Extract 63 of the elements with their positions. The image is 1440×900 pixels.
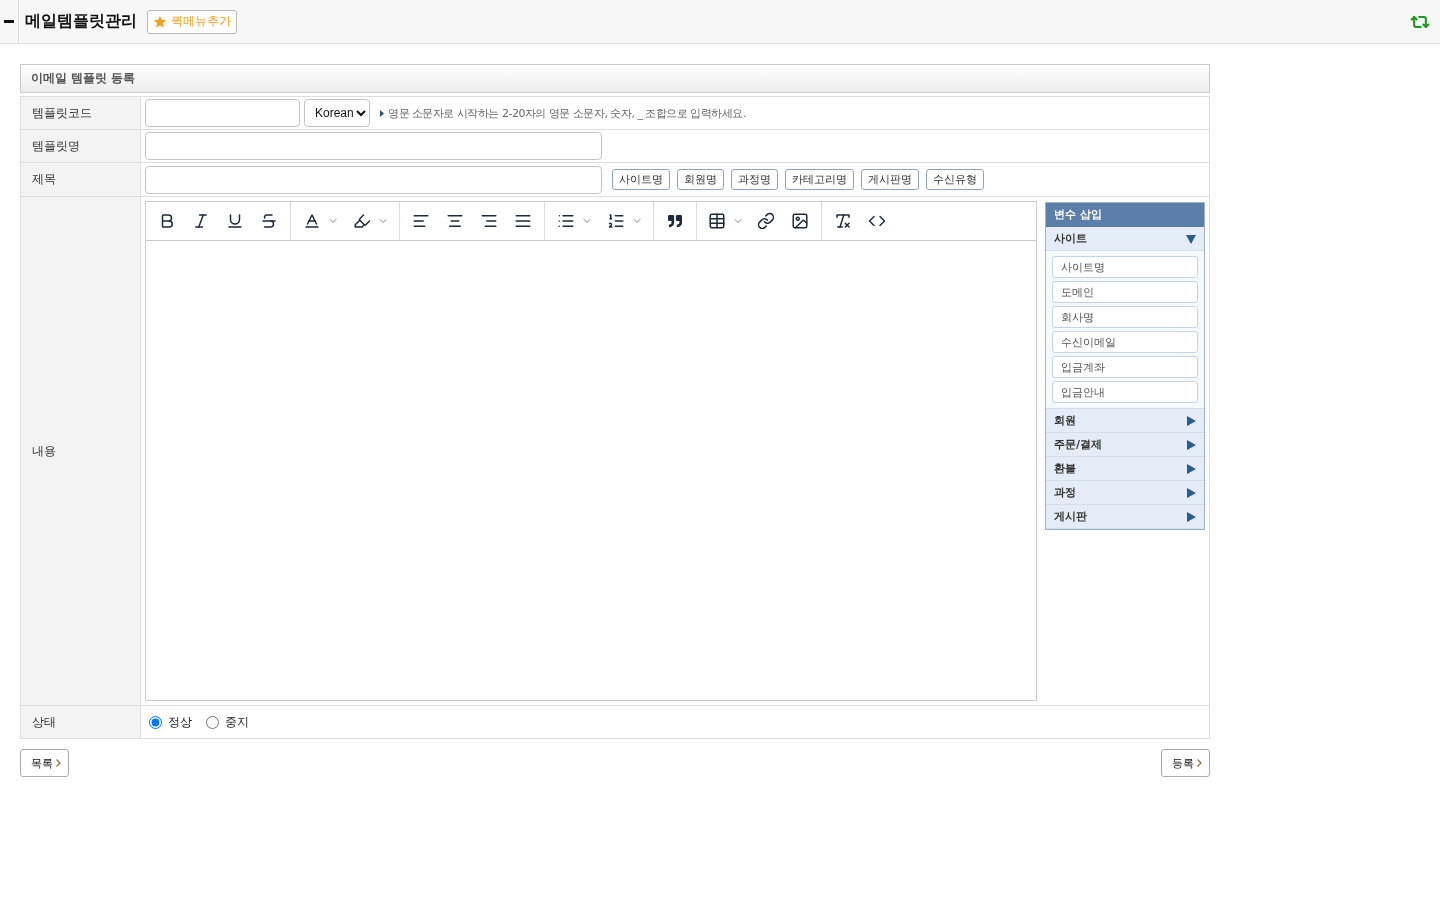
link-icon bbox=[757, 212, 775, 230]
clear-formatting-icon bbox=[834, 212, 852, 230]
status-radio[interactable] bbox=[149, 715, 162, 729]
highlighter-icon bbox=[353, 212, 371, 230]
language-select[interactable]: Korean bbox=[304, 99, 370, 127]
table-icon bbox=[708, 212, 726, 230]
panel-title: 변수 삽입 bbox=[1046, 203, 1204, 227]
chevron-right-icon bbox=[1197, 759, 1202, 767]
bullet-icon bbox=[380, 109, 384, 117]
chevron-right-icon bbox=[56, 759, 61, 767]
numbered-list-icon bbox=[607, 212, 625, 230]
variable-group-header[interactable]: 과정 bbox=[1046, 481, 1204, 505]
hint-text: 영문 소문자로 시작하는 2-20자의 영문 소문자, 숫자, _ 조합으로 입력하세요. bbox=[388, 105, 746, 121]
variable-item[interactable]: 도메인 bbox=[1052, 281, 1198, 303]
field-label: 제목 bbox=[21, 163, 141, 196]
variable-item[interactable]: 입금계좌 bbox=[1052, 356, 1198, 378]
italic-icon bbox=[192, 212, 210, 230]
template-name-input[interactable] bbox=[145, 132, 602, 160]
field-label: 상태 bbox=[21, 706, 141, 738]
subject-input[interactable] bbox=[145, 165, 602, 194]
align-left-icon bbox=[412, 212, 430, 230]
insert-variable-button[interactable]: 과정명 bbox=[731, 169, 778, 190]
insert-variable-button[interactable]: 카테고리명 bbox=[785, 169, 854, 190]
group-label: 주문/결제 bbox=[1054, 437, 1103, 452]
template-code-input[interactable] bbox=[145, 99, 300, 127]
insert-variable-button[interactable]: 사이트명 bbox=[612, 169, 670, 190]
text-color-icon bbox=[303, 212, 321, 230]
strikethrough-icon bbox=[260, 212, 278, 230]
variable-group-header[interactable]: 사이트 bbox=[1046, 227, 1204, 251]
quote-icon bbox=[668, 214, 682, 228]
status-radio[interactable] bbox=[206, 715, 219, 729]
variable-item[interactable]: 입금안내 bbox=[1052, 381, 1198, 403]
register-button[interactable]: 등록 bbox=[1161, 749, 1210, 777]
group-label: 사이트 bbox=[1054, 231, 1087, 246]
page-title: 메일템플릿관리 bbox=[25, 11, 137, 32]
field-label: 템플릿명 bbox=[21, 130, 141, 162]
variable-item[interactable]: 회사명 bbox=[1052, 306, 1198, 328]
insert-variable-button[interactable]: 수신유형 bbox=[926, 169, 984, 190]
variable-group-header[interactable]: 회원 bbox=[1046, 409, 1204, 433]
variable-group-header[interactable]: 게시판 bbox=[1046, 505, 1204, 529]
star-icon bbox=[153, 14, 167, 29]
field-label: 내용 bbox=[21, 197, 141, 705]
section-title: 이메일 템플릿 등록 bbox=[20, 64, 1210, 93]
image-icon bbox=[791, 212, 809, 230]
group-label: 회원 bbox=[1054, 413, 1076, 428]
align-justify-icon bbox=[514, 212, 532, 230]
variable-group-header[interactable]: 주문/결제 bbox=[1046, 433, 1204, 457]
variable-item[interactable]: 사이트명 bbox=[1052, 256, 1198, 278]
insert-variable-button[interactable]: 게시판명 bbox=[861, 169, 919, 190]
radio-label[interactable]: 정상 bbox=[168, 713, 192, 731]
field-label: 템플릿코드 bbox=[21, 97, 141, 129]
group-label: 과정 bbox=[1054, 485, 1076, 500]
radio-label[interactable]: 중지 bbox=[225, 713, 249, 731]
list-button[interactable]: 목록 bbox=[20, 749, 69, 777]
group-label: 환불 bbox=[1054, 461, 1076, 476]
variable-group-header[interactable]: 환불 bbox=[1046, 457, 1204, 481]
align-right-icon bbox=[480, 212, 498, 230]
group-label: 게시판 bbox=[1054, 509, 1087, 524]
insert-variable-button[interactable]: 회원명 bbox=[677, 169, 724, 190]
underline-icon bbox=[226, 212, 244, 230]
variable-item[interactable]: 수신이메일 bbox=[1052, 331, 1198, 353]
align-center-icon bbox=[446, 212, 464, 230]
bullet-list-icon bbox=[557, 212, 575, 230]
